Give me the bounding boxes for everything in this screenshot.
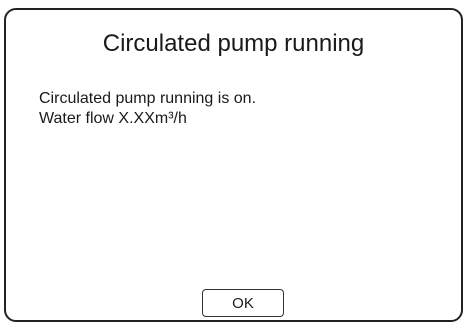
- message-line-status: Circulated pump running is on.: [39, 90, 257, 107]
- pump-running-dialog: Circulated pump running Circulated pump …: [4, 8, 463, 322]
- dialog-title: Circulated pump running: [102, 30, 365, 57]
- ok-button[interactable]: OK: [202, 289, 284, 317]
- message-line-water-flow: Water flow X.XXm³/h: [39, 110, 187, 127]
- dialog-message: Circulated pump running is on. Water flo…: [39, 89, 256, 129]
